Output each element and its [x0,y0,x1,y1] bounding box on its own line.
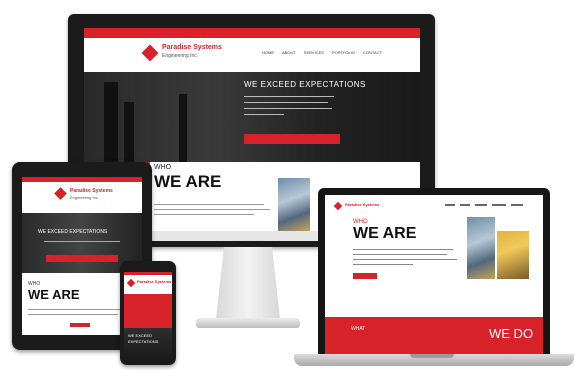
laptop-text-line [353,264,413,265]
logo-cube-icon [141,44,159,62]
nav-item-contact[interactable]: CONTACT [363,50,382,55]
tablet-cta-button[interactable] [46,255,118,262]
laptop-photo-left [467,217,495,279]
phone-hero-line2: EXPECTATIONS [128,339,159,344]
tablet-company-name: Paradise Systems [70,188,113,194]
tablet-accent-bar [22,177,142,182]
laptop-what-band: WHAT WE DO [325,317,543,354]
desktop-hero: WE EXCEED EXPECTATIONS [84,72,420,162]
hero-building-silhouette [124,102,134,162]
hero-building-silhouette [104,82,118,162]
phone-company-name: Paradise Systems [137,279,172,284]
who-text-line [154,209,270,210]
laptop-text-line [353,249,453,250]
logo-cube-icon [54,187,67,200]
laptop-screen: Paradise Systems WHO WE ARE WHAT WE DO [325,195,543,354]
monitor-stand-base [196,318,300,328]
hero-heading: WE EXCEED EXPECTATIONS [244,80,366,89]
laptop-nav-item[interactable] [445,204,455,206]
monitor-stand [215,247,281,325]
laptop-company-name: Paradise Systems [345,202,380,207]
laptop-text-line [353,259,457,260]
desktop-navbar: Paradise Systems Engineering Inc. HOME A… [84,38,420,72]
tablet-text-line [28,309,128,310]
tablet-hero-heading: WE EXCEED EXPECTATIONS [38,229,108,235]
hero-text-line [244,102,328,103]
tablet-company-sub: Engineering Inc. [70,195,99,200]
laptop-photo-right [497,231,529,279]
phone-screen: Paradise Systems WE EXCEED EXPECTATIONS [124,272,172,356]
who-photo [278,178,310,231]
desktop-nav-menu: HOME ABOUT SERVICES PORTFOLIO CONTACT [262,50,382,55]
laptop-what-small: WHAT [351,326,366,332]
laptop-nav-item[interactable] [460,204,470,206]
laptop-nav-item[interactable] [511,204,523,206]
phone-hero-line1: WE EXCEED [128,333,153,338]
who-text-line [154,214,254,215]
nav-item-about[interactable]: ABOUT [282,50,296,55]
laptop-nav-item[interactable] [492,204,506,206]
laptop-what-heading: WE DO [489,326,534,341]
logo-cube-icon [333,201,343,211]
phone-red-panel [124,294,172,328]
tablet-read-more-button[interactable] [70,323,90,327]
nav-item-portfolio[interactable]: PORTFOLIO [332,50,355,55]
top-accent-bar [84,28,420,38]
tablet-who-heading: WE ARE [28,287,80,302]
who-text-line [154,204,264,205]
laptop-who-heading: WE ARE [353,225,417,242]
who-heading: WE ARE [154,172,222,191]
logo-cube-icon [126,278,136,288]
laptop-read-more-button[interactable] [353,273,377,279]
hero-building-silhouette [179,94,187,162]
hero-text-line [244,114,284,115]
hero-text-line [244,108,332,109]
nav-item-services[interactable]: SERVICES [304,50,324,55]
tablet-hero-line [44,241,120,242]
tablet-text-line [28,314,118,315]
company-sub: Engineering Inc. [162,53,199,59]
company-name: Paradise Systems [162,44,222,51]
nav-item-home[interactable]: HOME [262,50,274,55]
laptop-nav-menu [445,204,523,206]
hero-text-line [244,96,334,97]
who-small-label: WHO [154,164,172,171]
phone-accent-bar [124,272,172,275]
laptop-notch [410,354,454,358]
laptop-nav-item[interactable] [475,204,487,206]
hero-cta-button[interactable] [244,134,340,144]
laptop-text-line [353,254,447,255]
phone-hero: WE EXCEED EXPECTATIONS [124,328,172,356]
